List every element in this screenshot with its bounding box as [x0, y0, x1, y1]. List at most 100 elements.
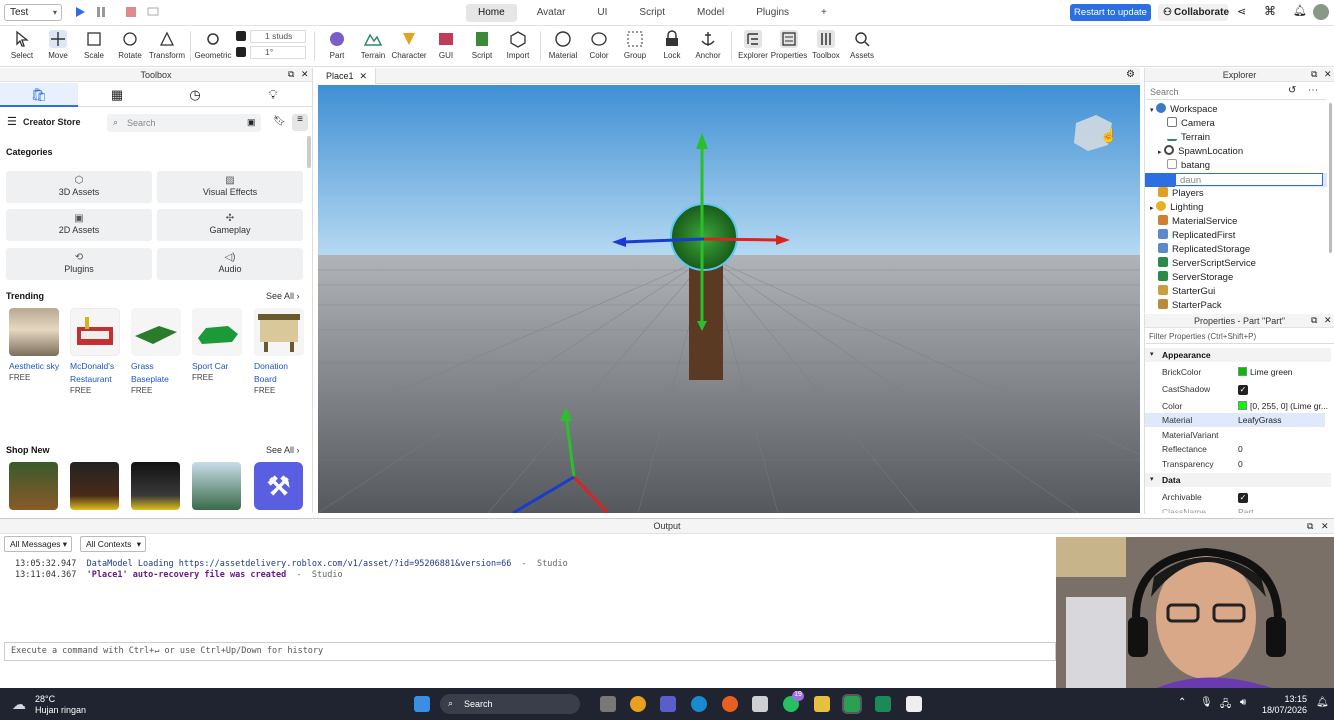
terminal-icon[interactable] [875, 696, 891, 712]
toolbox-search-input[interactable]: ⌕ Search ▣ [107, 114, 261, 132]
shop-item-thumbnail[interactable] [192, 462, 241, 510]
tree-spawnlocation[interactable]: ▸ SpawnLocation [1158, 145, 1243, 159]
expand-arrow-icon[interactable]: ▸ [1150, 205, 1154, 212]
hammer-plus-icon[interactable]: ⚒ [254, 462, 303, 510]
assets-tool[interactable]: Assets [842, 30, 882, 60]
folder-icon[interactable] [814, 696, 830, 712]
character-tool[interactable]: Character [389, 30, 429, 60]
scale-tool[interactable]: Scale [74, 30, 114, 60]
tab-add[interactable]: + [809, 4, 839, 22]
tree-daun-selected[interactable]: daun [1145, 173, 1327, 187]
tab-avatar[interactable]: Avatar [525, 4, 578, 22]
asset-card[interactable]: Aesthetic sky FREE [9, 308, 61, 382]
shop-item-thumbnail[interactable] [70, 462, 119, 510]
category-audio[interactable]: ◁) Audio [157, 248, 303, 280]
category-2d-assets[interactable]: ▣ 2D Assets [6, 209, 152, 241]
tab-bulb-icon[interactable]: 💡︎ [234, 83, 312, 107]
explorer-search-input[interactable]: Search ↺ ⋯ [1146, 85, 1326, 100]
avatar[interactable] [1313, 4, 1329, 20]
checkbox-checked[interactable]: ✓ [1238, 493, 1248, 503]
3d-viewport[interactable] [318, 85, 1140, 513]
group-tool[interactable]: Group [615, 30, 655, 60]
geometric-tool[interactable]: Geometric [193, 30, 233, 60]
tree-serverstorage[interactable]: ServerStorage [1158, 271, 1233, 285]
tree-replicatedfirst[interactable]: ReplicatedFirst [1158, 229, 1235, 243]
leaf-part[interactable] [670, 203, 738, 271]
shop-new-see-all-link[interactable]: See All › [266, 445, 300, 455]
toolbox-scrollbar[interactable] [307, 136, 311, 168]
bell-icon[interactable]: 🔔︎ [1293, 4, 1307, 17]
category-visual-effects[interactable]: ▨ Visual Effects [157, 171, 303, 203]
prop-material[interactable]: Material LeafyGrass [1145, 413, 1325, 427]
tab-home[interactable]: Home [466, 4, 517, 22]
notification-bell-icon[interactable]: 🔔︎ [1316, 697, 1329, 708]
shop-item-thumbnail[interactable] [131, 462, 180, 510]
shop-item-thumbnail[interactable] [9, 462, 58, 510]
pause-icon[interactable] [95, 6, 107, 18]
expand-arrow-icon[interactable]: ▾ [1150, 107, 1154, 114]
close-icon[interactable]: ✕ [1324, 69, 1332, 80]
tree-materialservice[interactable]: MaterialService [1158, 215, 1237, 229]
tab-recent-clock-icon[interactable]: ◷ [156, 83, 234, 107]
tree-startergui[interactable]: StarterGui [1158, 285, 1215, 299]
category-3d-assets[interactable]: ⬡ 3D Assets [6, 171, 152, 203]
tab-plugins[interactable]: Plugins [744, 4, 801, 22]
asset-card[interactable]: McDonald's Restaurant FREE [70, 308, 122, 395]
section-data[interactable]: ▾ Data [1145, 473, 1331, 487]
tab-model[interactable]: Model [685, 4, 736, 22]
chevron-up-icon[interactable]: ⌃ [1178, 697, 1186, 708]
tab-store-bag-icon[interactable]: 🛍︎ [0, 83, 78, 107]
settings-gear-icon[interactable]: ⚙ [1126, 69, 1135, 80]
snap-rotate-checkbox[interactable] [236, 47, 246, 57]
close-icon[interactable]: ✕ [1321, 521, 1329, 532]
stop-icon[interactable] [125, 6, 137, 18]
command-bar-input[interactable]: Execute a command with Ctrl+↵ or use Ctr… [4, 642, 1056, 661]
lock-tool[interactable]: Lock [652, 30, 692, 60]
tree-workspace[interactable]: ▾ Workspace [1150, 103, 1218, 117]
tree-starterpack[interactable]: StarterPack [1158, 299, 1222, 313]
terrain-tool[interactable]: Terrain [353, 30, 393, 60]
screen-icon[interactable] [147, 6, 159, 18]
studs-input[interactable]: 1 studs [250, 30, 306, 43]
close-icon[interactable]: ✕ [1324, 315, 1332, 326]
more-icon[interactable]: ⋯ [1308, 85, 1318, 96]
snap-move-checkbox[interactable] [236, 31, 246, 41]
popout-icon[interactable]: ⧉ [1307, 521, 1313, 532]
tab-grid-icon[interactable]: ▦ [78, 83, 156, 107]
tab-ui[interactable]: UI [585, 4, 619, 22]
import-tool[interactable]: Import [498, 30, 538, 60]
mode-dropdown[interactable]: Test ▾ [4, 4, 62, 21]
tree-terrain[interactable]: Terrain [1167, 131, 1210, 145]
messages-filter-dropdown[interactable]: All Messages ▾ [4, 536, 72, 552]
explorer-tool[interactable]: Explorer [733, 30, 773, 60]
asset-card[interactable]: Sport Car FREE [192, 308, 244, 382]
trending-see-all-link[interactable]: See All › [266, 291, 300, 301]
prop-materialvariant[interactable]: MaterialVariant [1145, 428, 1325, 442]
anchor-tool[interactable]: Anchor [688, 30, 728, 60]
prop-transparency[interactable]: Transparency 0 [1145, 457, 1325, 471]
select-tool[interactable]: Select [2, 30, 42, 60]
tree-replicatedstorage[interactable]: ReplicatedStorage [1158, 243, 1250, 257]
checkbox-checked[interactable]: ✓ [1238, 385, 1248, 395]
color-tool[interactable]: Color [579, 30, 619, 60]
task-view-icon[interactable] [600, 696, 616, 712]
tree-serverscriptservice[interactable]: ServerScriptService [1158, 257, 1256, 271]
menu-icon[interactable]: ☰ [7, 115, 17, 128]
volume-icon[interactable]: 🔊︎ [1240, 697, 1246, 708]
tab-script[interactable]: Script [627, 4, 677, 22]
history-icon[interactable]: ↺ [1288, 85, 1296, 96]
transform-tool[interactable]: Transform [147, 30, 187, 60]
close-icon[interactable]: ✕ [301, 69, 309, 80]
roblox-icon[interactable] [906, 696, 922, 712]
prop-brickcolor[interactable]: BrickColor Lime green [1145, 365, 1325, 379]
windows-start-icon[interactable] [414, 696, 430, 712]
play-icon[interactable] [74, 6, 86, 18]
image-search-icon[interactable]: ▣ [247, 117, 256, 128]
properties-tool[interactable]: Properties [769, 30, 809, 60]
prop-castshadow[interactable]: CastShadow ✓ [1145, 382, 1325, 396]
restart-button[interactable]: Restart to update [1070, 4, 1151, 21]
toolbox-tool[interactable]: Toolbox [806, 30, 846, 60]
tab-place1[interactable]: Place1 ✕ [318, 68, 376, 84]
expand-arrow-icon[interactable]: ▸ [1158, 149, 1162, 156]
rename-input[interactable]: daun [1175, 173, 1323, 186]
